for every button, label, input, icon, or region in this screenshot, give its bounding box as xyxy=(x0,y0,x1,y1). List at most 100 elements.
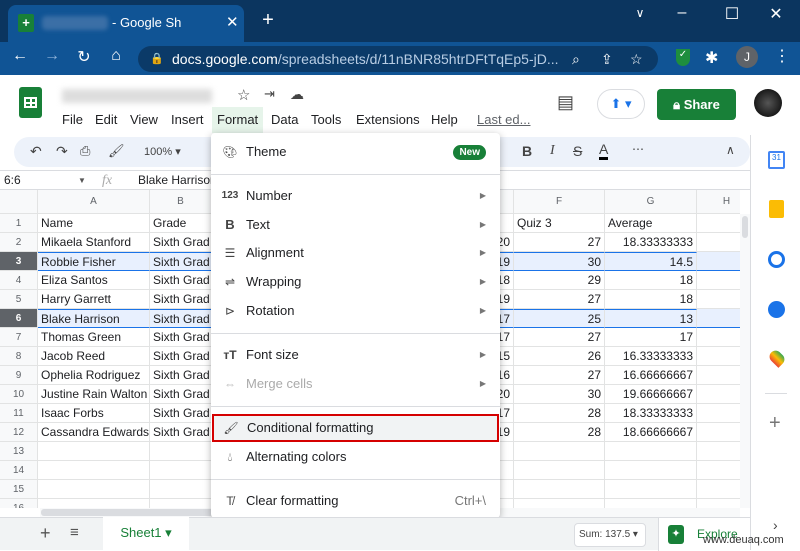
grid-cell[interactable] xyxy=(697,404,740,423)
grid-cell[interactable]: 17 xyxy=(605,328,697,347)
grid-cell[interactable] xyxy=(697,480,740,499)
row-header[interactable]: 13 xyxy=(0,442,38,461)
grid-cell[interactable]: 16.66666667 xyxy=(605,366,697,385)
menu-item-wrapping[interactable]: ⇌ Wrapping ▶ xyxy=(211,268,500,296)
grid-cell[interactable]: Jacob Reed xyxy=(38,347,150,366)
grid-cell[interactable] xyxy=(150,442,212,461)
grid-cell[interactable]: Thomas Green xyxy=(38,328,150,347)
grid-cell[interactable] xyxy=(697,309,740,328)
row-header[interactable]: 8 xyxy=(0,347,38,366)
keep-icon[interactable] xyxy=(769,200,784,218)
grid-cell[interactable] xyxy=(697,233,740,252)
formula-input[interactable]: Blake Harrison xyxy=(138,171,217,190)
grid-cell[interactable]: Ophelia Rodriguez xyxy=(38,366,150,385)
browser-tab[interactable]: + - Google Sh ✕ xyxy=(8,5,244,42)
row-header[interactable]: 16 xyxy=(0,499,38,508)
strikethrough-icon[interactable]: S xyxy=(573,143,582,159)
grid-cell[interactable] xyxy=(38,499,150,508)
grid-cell[interactable] xyxy=(697,271,740,290)
grid-cell[interactable] xyxy=(697,214,740,233)
row-header[interactable]: 9 xyxy=(0,366,38,385)
doc-title-blurred[interactable] xyxy=(62,89,212,103)
grid-cell[interactable] xyxy=(697,347,740,366)
row-header[interactable]: 12 xyxy=(0,423,38,442)
grid-cell[interactable]: 28 xyxy=(514,423,605,442)
grid-cell[interactable] xyxy=(514,480,605,499)
row-header[interactable]: 1 xyxy=(0,214,38,233)
grid-cell[interactable]: Sixth Grad xyxy=(150,309,212,328)
grid-cell[interactable]: Sixth Grad xyxy=(150,423,212,442)
row-header[interactable]: 2 xyxy=(0,233,38,252)
tasks-icon[interactable] xyxy=(768,251,785,268)
grid-cell[interactable]: 28 xyxy=(514,404,605,423)
grid-cell[interactable]: 30 xyxy=(514,252,605,271)
grid-cell[interactable]: Robbie Fisher xyxy=(38,252,150,271)
extensions-puzzle-icon[interactable]: ✱ xyxy=(705,48,718,68)
grid-cell[interactable]: 27 xyxy=(514,366,605,385)
grid-cell[interactable]: 14.5 xyxy=(605,252,697,271)
grid-cell[interactable] xyxy=(514,442,605,461)
add-sheet-icon[interactable]: + xyxy=(40,523,51,544)
menu-edit[interactable]: Edit xyxy=(95,112,117,127)
column-header-b[interactable]: B xyxy=(150,190,212,214)
comments-icon[interactable]: ▤ xyxy=(557,92,574,113)
grid-cell[interactable]: 27 xyxy=(514,328,605,347)
column-header-a[interactable]: A xyxy=(38,190,150,214)
forward-icon[interactable]: → xyxy=(40,47,64,65)
expand-panel-icon[interactable]: › xyxy=(773,517,778,533)
grid-cell[interactable]: Name xyxy=(38,214,150,233)
grid-cell[interactable] xyxy=(605,499,697,508)
menu-insert[interactable]: Insert xyxy=(171,112,204,127)
text-color-icon[interactable]: A xyxy=(599,141,609,160)
grid-cell[interactable]: Sixth Grad xyxy=(150,252,212,271)
back-icon[interactable]: ← xyxy=(8,47,32,65)
grid-cell[interactable]: 18.33333333 xyxy=(605,233,697,252)
grid-cell[interactable] xyxy=(697,366,740,385)
grid-cell[interactable]: Sixth Grad xyxy=(150,328,212,347)
grid-cell[interactable] xyxy=(150,461,212,480)
row-header[interactable]: 6 xyxy=(0,309,38,328)
grid-cell[interactable] xyxy=(697,328,740,347)
grid-cell[interactable]: Quiz 3 xyxy=(514,214,605,233)
grid-cell[interactable] xyxy=(697,385,740,404)
grid-cell[interactable]: Isaac Forbs xyxy=(38,404,150,423)
menu-item-font-size[interactable]: тT Font size ▶ xyxy=(211,341,500,369)
sum-dropdown[interactable]: Sum: 137.5 ▾ xyxy=(574,523,646,547)
grid-cell[interactable]: 18.33333333 xyxy=(605,404,697,423)
grid-cell[interactable]: Blake Harrison xyxy=(38,309,150,328)
grid-cell[interactable]: Sixth Grad xyxy=(150,290,212,309)
grid-cell[interactable] xyxy=(150,480,212,499)
grid-cell[interactable] xyxy=(514,499,605,508)
close-window-icon[interactable]: ✕ xyxy=(764,4,788,24)
tab-close-icon[interactable]: ✕ xyxy=(226,13,239,31)
grid-cell[interactable] xyxy=(38,480,150,499)
extension-shield-icon[interactable]: ✓ xyxy=(676,49,690,66)
grid-cell[interactable] xyxy=(697,252,740,271)
grid-cell[interactable]: Sixth Grad xyxy=(150,233,212,252)
grid-cell[interactable] xyxy=(605,442,697,461)
grid-cell[interactable] xyxy=(38,461,150,480)
menu-item-conditional-formatting[interactable]: 🖌︎ Conditional formatting xyxy=(212,414,499,442)
row-header[interactable]: 7 xyxy=(0,328,38,347)
grid-cell[interactable]: 27 xyxy=(514,290,605,309)
menu-item-clear-formatting[interactable]: T̸ Clear formatting Ctrl+\ xyxy=(211,487,500,515)
menu-extensions[interactable]: Extensions xyxy=(356,112,420,127)
new-tab-icon[interactable]: + xyxy=(256,9,280,32)
grid-cell[interactable]: 27 xyxy=(514,233,605,252)
menu-file[interactable]: File xyxy=(62,112,83,127)
grid-cell[interactable] xyxy=(514,461,605,480)
star-icon[interactable]: ☆ xyxy=(237,86,250,104)
grid-cell[interactable] xyxy=(150,499,212,508)
row-header[interactable]: 4 xyxy=(0,271,38,290)
grid-cell[interactable]: Sixth Grad xyxy=(150,385,212,404)
collapse-icon[interactable]: ∧ xyxy=(726,143,735,157)
grid-cell[interactable]: 19.66666667 xyxy=(605,385,697,404)
select-all-corner[interactable] xyxy=(0,190,38,214)
grid-cell[interactable]: 29 xyxy=(514,271,605,290)
row-header[interactable]: 14 xyxy=(0,461,38,480)
undo-icon[interactable]: ↶ xyxy=(30,143,42,160)
paint-format-icon[interactable]: 🖌︎ xyxy=(108,143,125,159)
row-header[interactable]: 3 xyxy=(0,252,38,271)
row-header[interactable]: 10 xyxy=(0,385,38,404)
grid-cell[interactable]: Justine Rain Walton xyxy=(38,385,150,404)
